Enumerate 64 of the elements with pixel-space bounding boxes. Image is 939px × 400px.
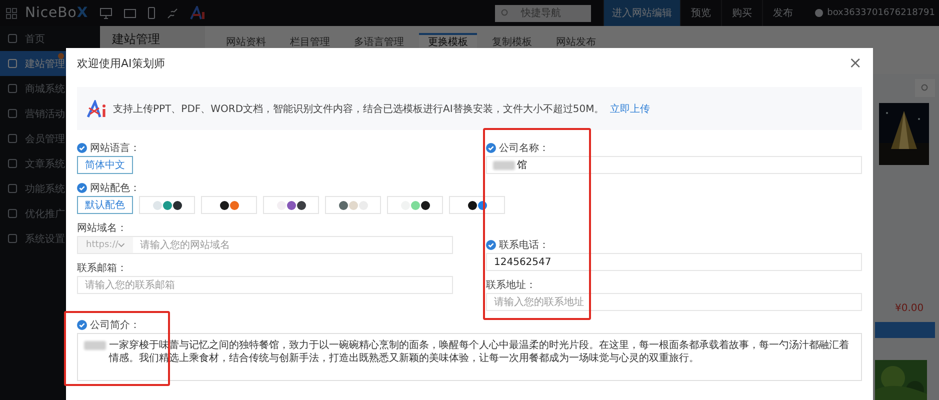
phone-field[interactable]: 124562547 xyxy=(486,253,862,271)
user-icon[interactable] xyxy=(815,9,824,17)
palette-option[interactable] xyxy=(263,196,319,214)
field-label: 联系电话： xyxy=(499,238,549,252)
square-icon xyxy=(8,34,17,43)
palette-option[interactable]: 默认配色 xyxy=(77,196,133,214)
logo: NiceBoX xyxy=(25,5,88,21)
monitor-icon[interactable] xyxy=(100,8,112,18)
search-icon xyxy=(501,9,510,17)
square-icon xyxy=(8,159,17,168)
field-label: 联系地址： xyxy=(486,278,536,292)
domain-field[interactable]: https:// 请输入您的网站域名 xyxy=(77,236,453,254)
tab[interactable]: 复制模板 xyxy=(483,33,541,49)
sidebar-item[interactable]: 营销活动 xyxy=(0,101,100,126)
tab[interactable]: 更换模板 xyxy=(419,33,477,49)
square-icon xyxy=(8,134,17,143)
search-button[interactable] xyxy=(915,79,935,97)
redaction-mark xyxy=(84,341,106,350)
redaction-mark xyxy=(493,160,515,170)
tab[interactable]: 网站发布 xyxy=(547,33,605,49)
email-field[interactable]: 请输入您的联系邮箱 xyxy=(77,276,453,294)
ai-icon xyxy=(87,100,107,118)
upload-link[interactable]: 立即上传 xyxy=(610,102,650,116)
field-label: 网站域名： xyxy=(77,222,127,234)
checkbox-icon[interactable] xyxy=(486,142,496,152)
tab[interactable]: 网站资料 xyxy=(217,33,275,49)
phone-icon[interactable] xyxy=(148,7,156,19)
field-label: 网站语言： xyxy=(90,142,140,154)
sidebar-item[interactable]: 首页 xyxy=(0,26,100,51)
link-icon[interactable] xyxy=(167,8,178,18)
checkbox-icon[interactable] xyxy=(486,240,496,250)
checkbox-icon[interactable] xyxy=(77,182,87,192)
address-field[interactable]: 请输入您的联系地址 xyxy=(486,293,862,311)
toolbar-button[interactable]: 进入网站编辑 xyxy=(603,0,680,26)
tab[interactable]: 多语言管理 xyxy=(345,33,413,49)
search-icon xyxy=(921,84,929,92)
language-option[interactable]: 简体中文 xyxy=(77,156,133,174)
square-icon xyxy=(8,209,17,218)
chevron-icon xyxy=(118,242,125,248)
square-icon xyxy=(8,109,17,118)
notice-text: 支持上传PPT、PDF、WORD文档，智能识别文件内容，结合已选模板进行AI替换安装，文件大小不超过50M。 xyxy=(113,102,604,116)
palette-option[interactable] xyxy=(201,196,257,214)
field-label: 联系邮箱： xyxy=(77,262,127,274)
close-button[interactable]: × xyxy=(848,55,862,71)
field-label: 公司名称： xyxy=(499,142,549,154)
sidebar-item[interactable]: 商城系统 xyxy=(0,76,100,101)
palette-option[interactable] xyxy=(139,196,195,214)
account-name[interactable]: box3633701676218791 xyxy=(827,8,935,18)
price: ¥0.00 xyxy=(895,303,924,314)
square-icon xyxy=(8,84,17,93)
palette-option[interactable] xyxy=(449,196,505,214)
palette-option[interactable] xyxy=(387,196,443,214)
field-label: 公司简介： xyxy=(90,318,140,332)
square-icon xyxy=(8,234,17,243)
intro-textarea[interactable]: 一家穿梭于味蕾与记忆之间的独特餐馆，致力于以一碗碗精心烹制的面条，唤醒每个人心中最温柔的时光片段。在这里，每一根面条都承载着故事，每一勺汤汁都融汇着情感。我们精选上乘食材，结合传统与创新手法，打造出既熟悉又新颖的美味体验，让每一次用餐都成为一场味觉与心灵的双重旅行。 xyxy=(77,333,862,381)
tablet-icon[interactable] xyxy=(124,8,136,18)
company-field[interactable]: 馆 xyxy=(486,156,862,174)
square-icon xyxy=(8,59,17,68)
square-icon xyxy=(8,184,17,193)
checkbox-icon[interactable] xyxy=(77,142,87,152)
field-label: 网站配色： xyxy=(90,182,140,194)
tab[interactable]: 栏目管理 xyxy=(281,33,339,49)
protocol-select[interactable]: https:// xyxy=(78,237,133,253)
checkbox-icon[interactable] xyxy=(77,320,87,330)
